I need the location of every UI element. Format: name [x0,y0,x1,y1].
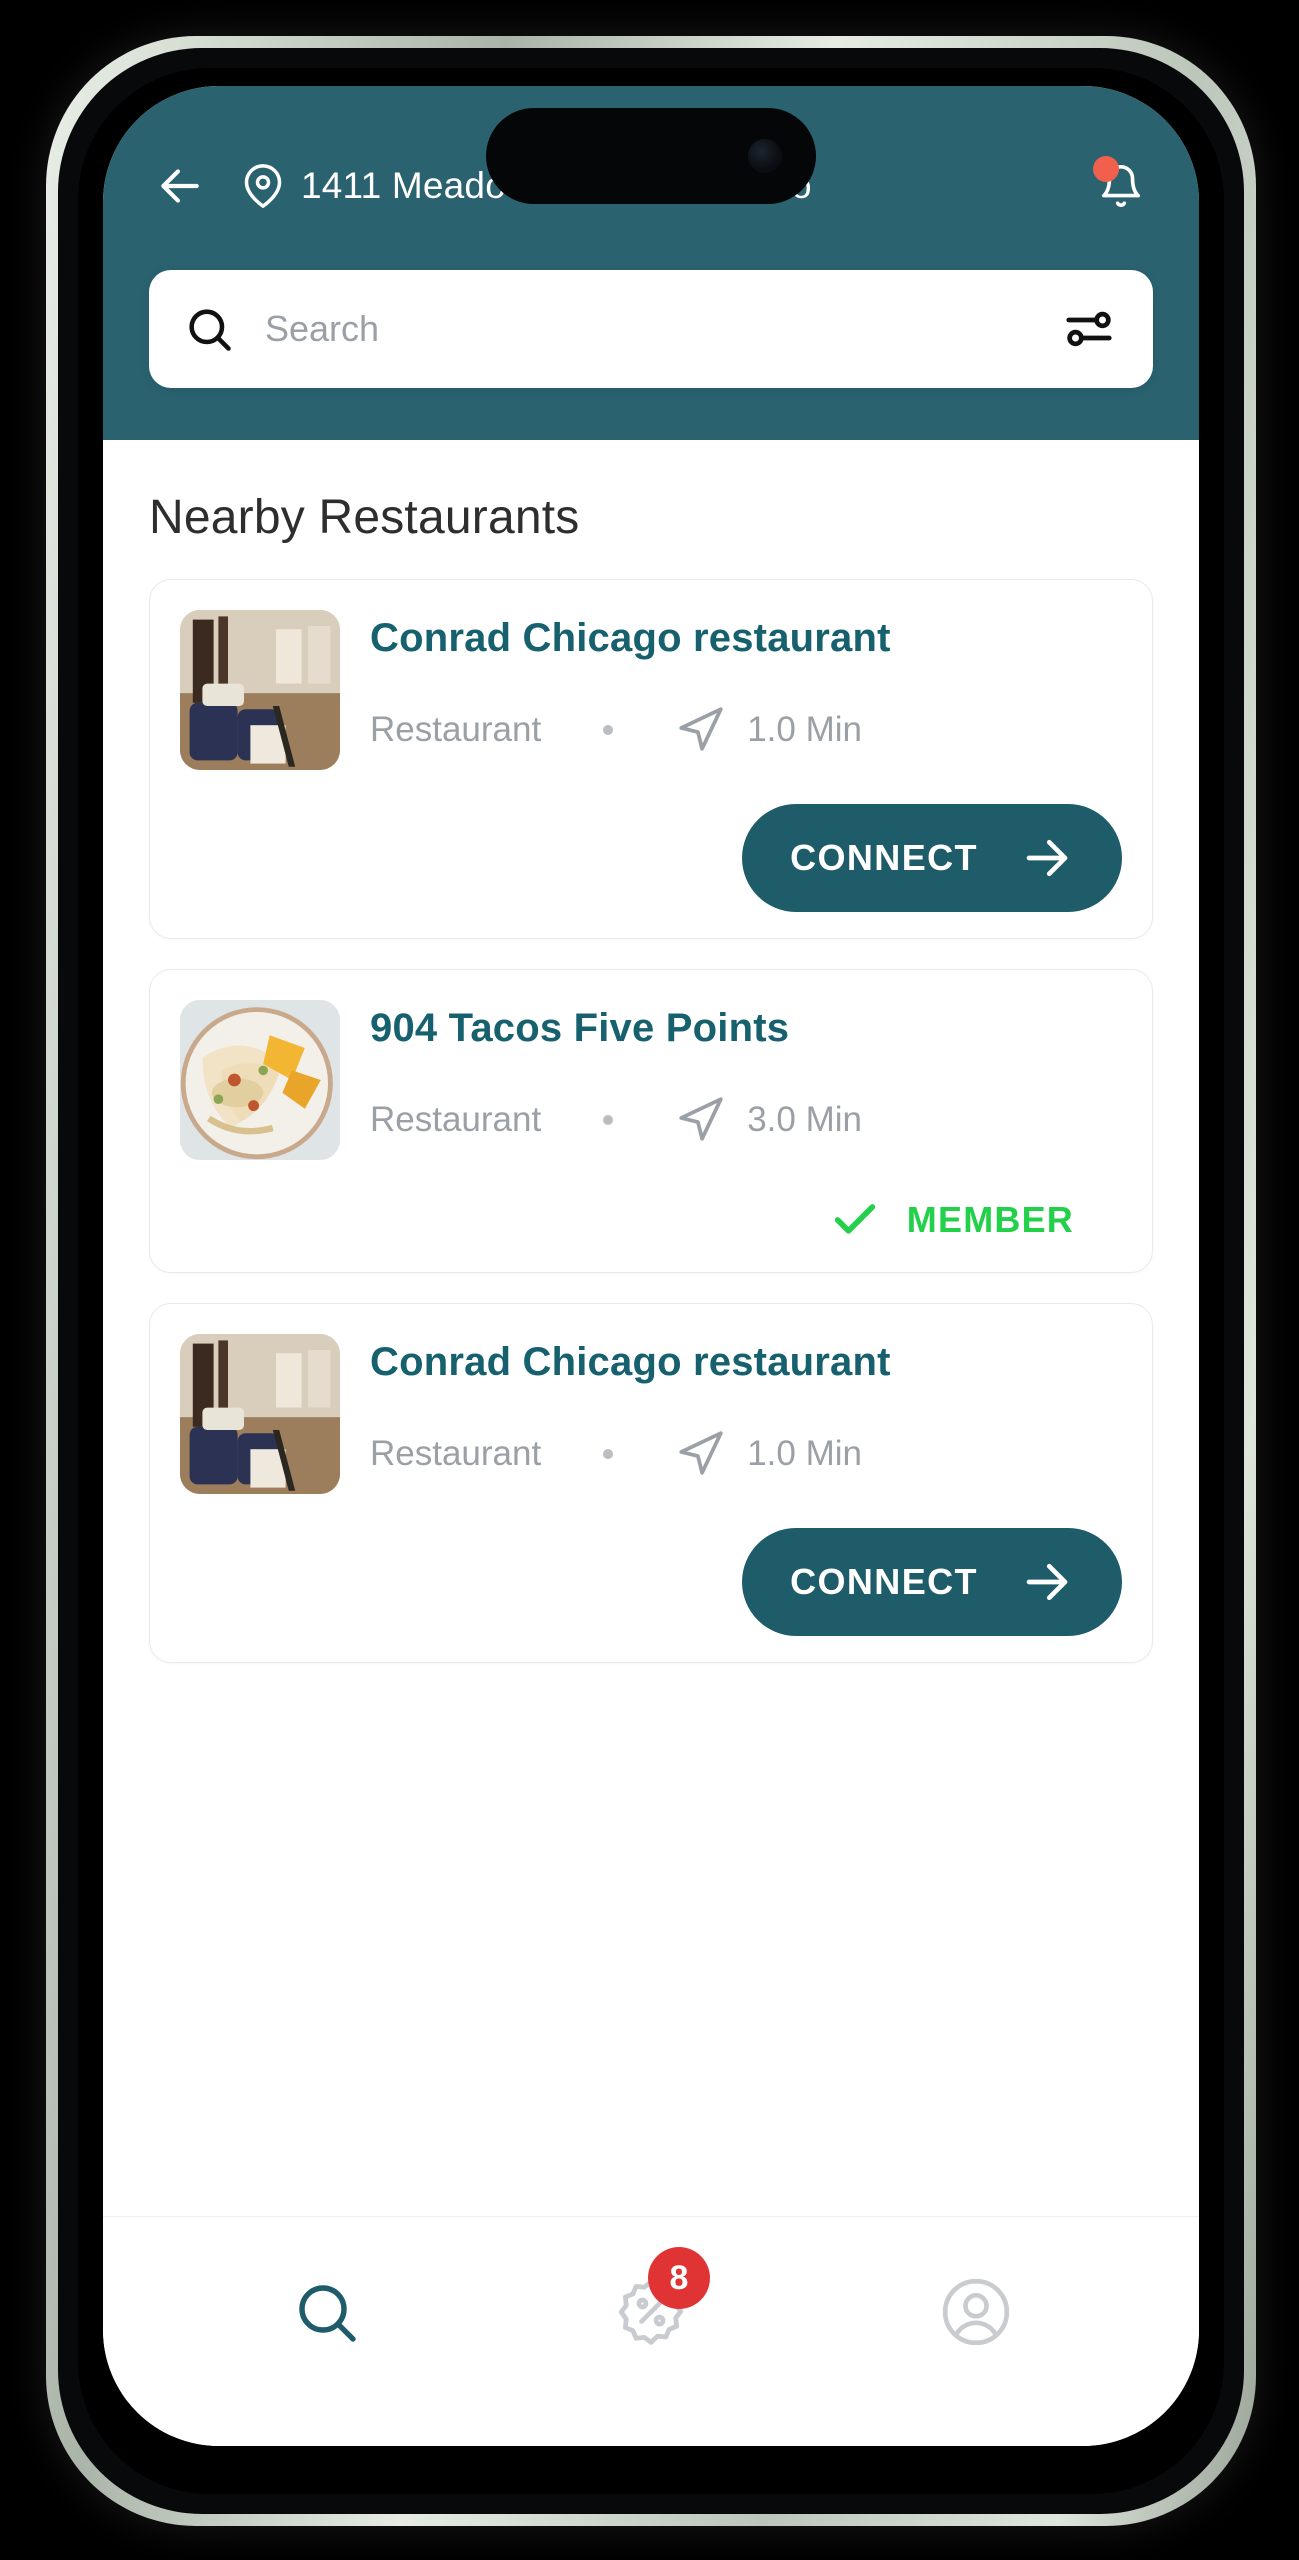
restaurant-card-top: Conrad Chicago restaurant Restaurant 1.0… [180,610,1122,770]
arrow-left-icon [161,169,199,203]
map-pin-icon [244,164,282,208]
restaurant-card-top: 904 Tacos Five Points Restaurant 3.0 Min [180,1000,1122,1160]
restaurant-category: Restaurant [370,1100,542,1139]
restaurant-distance: 1.0 Min [747,1434,862,1473]
meta-separator-dot [603,725,614,735]
filter-button[interactable] [1059,299,1119,359]
restaurant-info: 904 Tacos Five Points Restaurant 3.0 Min [370,1000,1122,1145]
connect-button[interactable]: CONNECT [742,1528,1122,1636]
taco-plate-image [180,1000,340,1160]
restaurant-card[interactable]: Conrad Chicago restaurant Restaurant 1.0… [149,579,1153,939]
notifications-button[interactable] [1089,154,1153,218]
restaurant-card-action: MEMBER [180,1194,1122,1246]
user-profile-icon [943,2278,1010,2346]
meta-separator-dot [603,1449,614,1459]
filter-sliders-icon [1066,311,1112,347]
member-label: MEMBER [906,1199,1074,1240]
restaurant-meta: Restaurant 1.0 Min [370,1429,1122,1479]
restaurant-thumbnail [180,1334,340,1494]
search-input[interactable] [265,308,1059,350]
restaurant-meta: Restaurant 1.0 Min [370,705,1122,755]
restaurant-card[interactable]: 904 Tacos Five Points Restaurant 3.0 Min [149,969,1153,1273]
front-camera-icon [748,139,782,173]
restaurant-thumbnail [180,1000,340,1160]
phone-screen: 1411 Meadow Drive, Earlsboro [103,86,1199,2446]
offers-count-badge: 8 [647,2247,710,2309]
restaurant-card-top: Conrad Chicago restaurant Restaurant 1.0… [180,1334,1122,1494]
restaurant-category: Restaurant [370,710,542,749]
restaurant-card[interactable]: Conrad Chicago restaurant Restaurant 1.0… [149,1303,1153,1663]
restaurant-category: Restaurant [370,1434,542,1473]
restaurant-meta: Restaurant 3.0 Min [370,1095,1122,1145]
bottom-navigation: 8 [103,2216,1199,2446]
search-icon [298,2285,356,2342]
navigation-arrow-icon [679,707,723,751]
dynamic-island [486,108,816,204]
member-status-badge: MEMBER [829,1194,1122,1246]
nav-item-search[interactable] [271,2257,381,2367]
meta-separator-dot [603,1115,614,1125]
restaurant-distance-group: 1.0 Min [675,1429,862,1479]
connect-button-label: CONNECT [790,837,978,878]
arrow-right-icon [1026,839,1068,877]
notification-dot [1093,156,1119,182]
restaurant-name: Conrad Chicago restaurant [370,1340,891,1384]
restaurant-name: 904 Tacos Five Points [370,1006,790,1050]
restaurant-distance: 3.0 Min [747,1100,862,1139]
navigation-arrow-icon [679,1431,723,1475]
restaurant-distance: 1.0 Min [747,710,862,749]
back-button[interactable] [149,155,211,217]
restaurant-card-action: CONNECT [180,804,1122,912]
connect-button-label: CONNECT [790,1561,978,1602]
connect-button[interactable]: CONNECT [742,804,1122,912]
screenshot-stage: 1411 Meadow Drive, Earlsboro [0,0,1299,2560]
page-title: Nearby Restaurants [149,491,580,544]
search-bar[interactable] [149,270,1153,388]
navigation-arrow-icon [679,1097,723,1141]
restaurant-distance-group: 1.0 Min [675,705,862,755]
nav-item-profile[interactable] [921,2257,1031,2367]
restaurant-list-scroll[interactable]: Nearby Restaurants Conrad Chicago restau… [103,440,1199,2216]
restaurant-info: Conrad Chicago restaurant Restaurant 1.0… [370,610,1122,755]
nav-item-offers[interactable]: 8 [596,2247,710,2367]
restaurant-info: Conrad Chicago restaurant Restaurant 1.0… [370,1334,1122,1479]
arrow-right-icon [1026,1563,1068,1601]
restaurant-interior-image [180,1334,340,1494]
restaurant-interior-image [180,610,340,770]
restaurant-thumbnail [180,610,340,770]
restaurant-name: Conrad Chicago restaurant [370,616,891,660]
restaurant-distance-group: 3.0 Min [675,1095,862,1145]
restaurant-card-action: CONNECT [180,1528,1122,1636]
check-icon [834,1204,875,1234]
search-icon [189,309,231,351]
